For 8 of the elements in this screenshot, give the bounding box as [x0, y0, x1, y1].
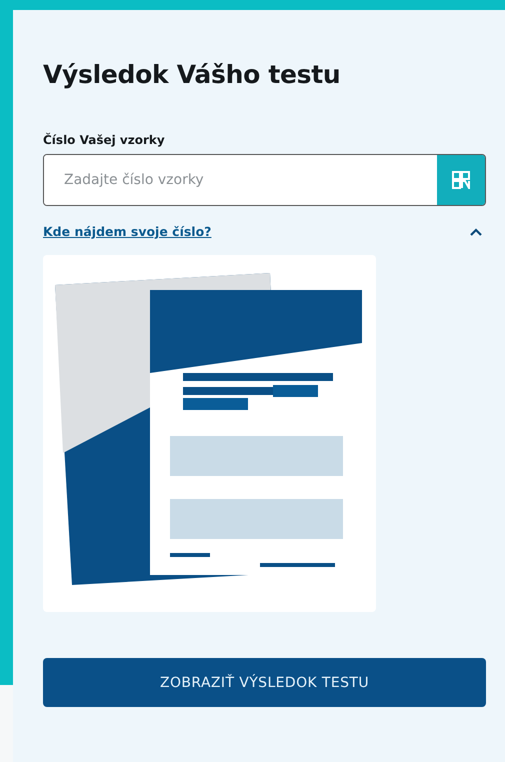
help-link[interactable]: Kde nájdem svoje číslo? [43, 224, 212, 239]
page-title: Výsledok Vášho testu [43, 60, 342, 89]
qr-code-icon [452, 171, 470, 189]
sample-number-field[interactable]: Zadajte číslo vzorky [43, 154, 486, 206]
show-result-button[interactable]: ZOBRAZIŤ VÝSLEDOK TESTU [43, 658, 486, 707]
field-label: Číslo Vašej vzorky [43, 133, 166, 147]
qr-scan-button[interactable] [437, 155, 485, 205]
chevron-up-icon[interactable] [470, 228, 482, 236]
